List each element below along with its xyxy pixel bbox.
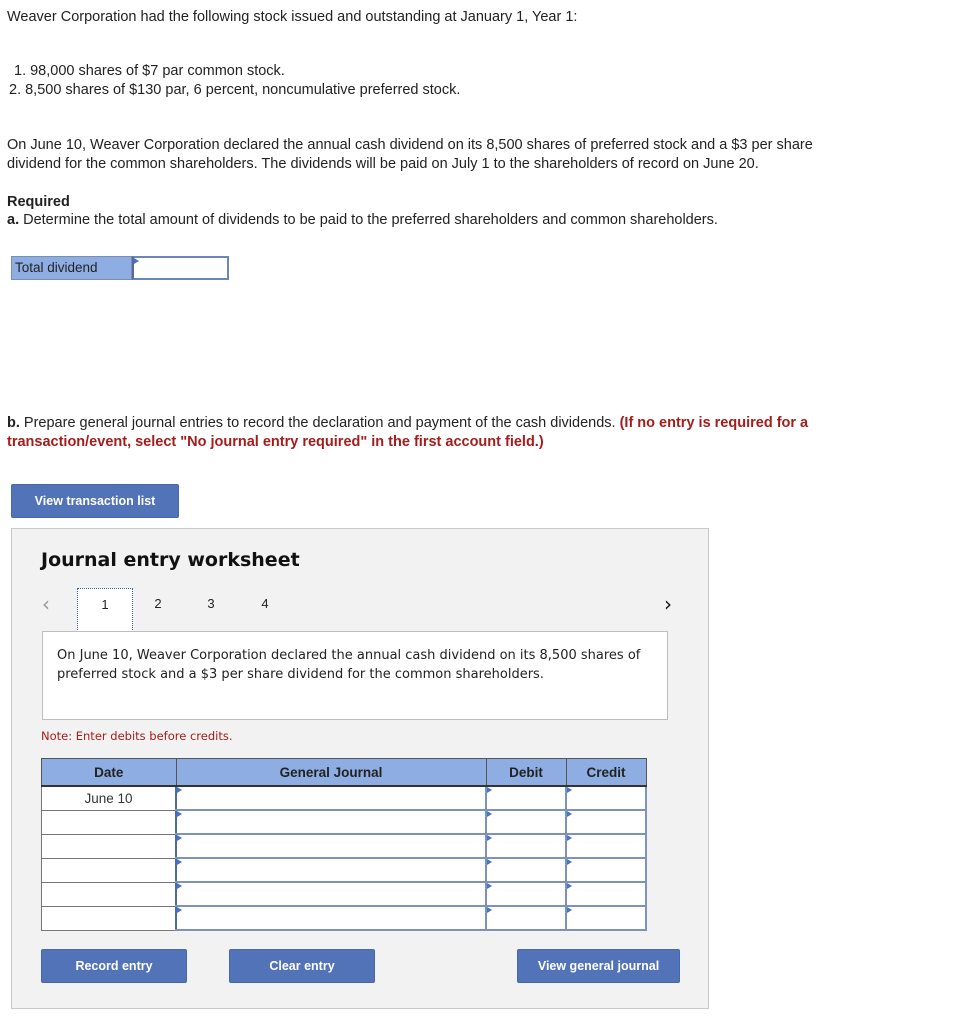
- debit-field[interactable]: [485, 833, 567, 859]
- part-b-text: b. Prepare general journal entries to re…: [7, 414, 808, 433]
- debit-field[interactable]: [485, 809, 567, 835]
- view-transaction-list-button[interactable]: View transaction list: [11, 484, 179, 518]
- input-marker-icon: [487, 907, 492, 913]
- date-cell: [41, 833, 177, 859]
- date-cell: [41, 881, 177, 907]
- input-marker-icon: [567, 883, 572, 889]
- input-marker-icon: [177, 859, 182, 865]
- account-field[interactable]: [175, 881, 487, 907]
- scenario-line-2: dividend for the common shareholders. Th…: [7, 156, 759, 172]
- tab-4[interactable]: 4: [255, 589, 275, 619]
- part-b-body: Prepare general journal entries to recor…: [19, 415, 620, 431]
- input-marker-icon: [487, 811, 492, 817]
- record-entry-button[interactable]: Record entry: [41, 949, 187, 983]
- journal-table: Date General Journal Debit Credit June 1…: [41, 758, 647, 931]
- credit-field[interactable]: [565, 881, 647, 907]
- part-a-text: a. Determine the total amount of dividen…: [7, 211, 718, 230]
- tab-3[interactable]: 3: [201, 589, 221, 619]
- credit-field[interactable]: [565, 833, 647, 859]
- header-general-journal: General Journal: [175, 758, 487, 787]
- credit-field[interactable]: [565, 905, 647, 931]
- account-field[interactable]: [175, 809, 487, 835]
- date-cell-value: June 10: [84, 790, 133, 806]
- input-marker-icon: [487, 835, 492, 841]
- debit-field[interactable]: [485, 881, 567, 907]
- part-b-instruction-1: (If no entry is required for a: [619, 415, 809, 431]
- input-marker-icon: [177, 787, 182, 793]
- entry-note: Note: Enter debits before credits.: [41, 729, 233, 743]
- input-marker-icon: [567, 835, 572, 841]
- input-marker-icon: [487, 787, 492, 793]
- view-general-journal-button[interactable]: View general journal: [517, 949, 680, 983]
- header-date: Date: [41, 758, 177, 787]
- part-a-label: a.: [7, 212, 20, 228]
- debit-field[interactable]: [485, 905, 567, 931]
- header-credit: Credit: [565, 758, 647, 787]
- input-marker-icon: [567, 787, 572, 793]
- input-marker-icon: [177, 835, 182, 841]
- journal-row: [41, 905, 647, 931]
- journal-row: June 10: [41, 785, 647, 811]
- tab-2[interactable]: 2: [148, 589, 168, 619]
- tab-1[interactable]: 1: [77, 588, 133, 632]
- stock-item-1: 1. 98,000 shares of $7 par common stock.: [14, 63, 285, 79]
- account-field[interactable]: [175, 833, 487, 859]
- date-cell: June 10: [41, 785, 177, 811]
- part-b-instruction-2: transaction/event, select "No journal en…: [7, 434, 544, 450]
- clear-entry-button[interactable]: Clear entry: [229, 949, 375, 983]
- account-field[interactable]: [175, 905, 487, 931]
- intro-text: Weaver Corporation had the following sto…: [7, 9, 578, 25]
- date-cell: [41, 809, 177, 835]
- total-dividend-input[interactable]: [132, 256, 229, 280]
- date-cell: [41, 905, 177, 931]
- debit-field[interactable]: [485, 785, 567, 811]
- input-marker-icon: [567, 859, 572, 865]
- credit-field[interactable]: [565, 809, 647, 835]
- credit-field[interactable]: [565, 785, 647, 811]
- worksheet-title: Journal entry worksheet: [41, 549, 300, 571]
- scenario-line-1: On June 10, Weaver Corporation declared …: [7, 137, 813, 153]
- input-marker-icon: [177, 883, 182, 889]
- chevron-right-icon[interactable]: ›: [664, 592, 672, 616]
- input-marker-icon: [567, 811, 572, 817]
- input-marker-icon: [487, 859, 492, 865]
- input-marker-icon: [177, 811, 182, 817]
- input-marker-icon: [567, 907, 572, 913]
- journal-row: [41, 809, 647, 835]
- account-field[interactable]: [175, 857, 487, 883]
- debit-field[interactable]: [485, 857, 567, 883]
- journal-row: [41, 857, 647, 883]
- credit-field[interactable]: [565, 857, 647, 883]
- input-marker-icon: [134, 258, 139, 264]
- part-a-body: Determine the total amount of dividends …: [19, 212, 718, 228]
- date-cell: [41, 857, 177, 883]
- chevron-left-icon[interactable]: ‹: [42, 592, 50, 616]
- input-marker-icon: [487, 883, 492, 889]
- journal-entry-worksheet: Journal entry worksheet ‹ 1 2 3 4 › On J…: [11, 528, 709, 1009]
- journal-header-row: Date General Journal Debit Credit: [41, 758, 647, 787]
- input-marker-icon: [177, 907, 182, 913]
- journal-row: [41, 881, 647, 907]
- stock-item-2: 2. 8,500 shares of $130 par, 6 percent, …: [9, 82, 461, 98]
- total-dividend-row: Total dividend: [11, 256, 229, 280]
- part-b-label: b.: [7, 415, 20, 431]
- header-debit: Debit: [485, 758, 567, 787]
- account-field[interactable]: [175, 785, 487, 811]
- required-heading: Required: [7, 194, 70, 210]
- journal-row: [41, 833, 647, 859]
- transaction-description: On June 10, Weaver Corporation declared …: [42, 631, 668, 720]
- total-dividend-label: Total dividend: [11, 256, 132, 280]
